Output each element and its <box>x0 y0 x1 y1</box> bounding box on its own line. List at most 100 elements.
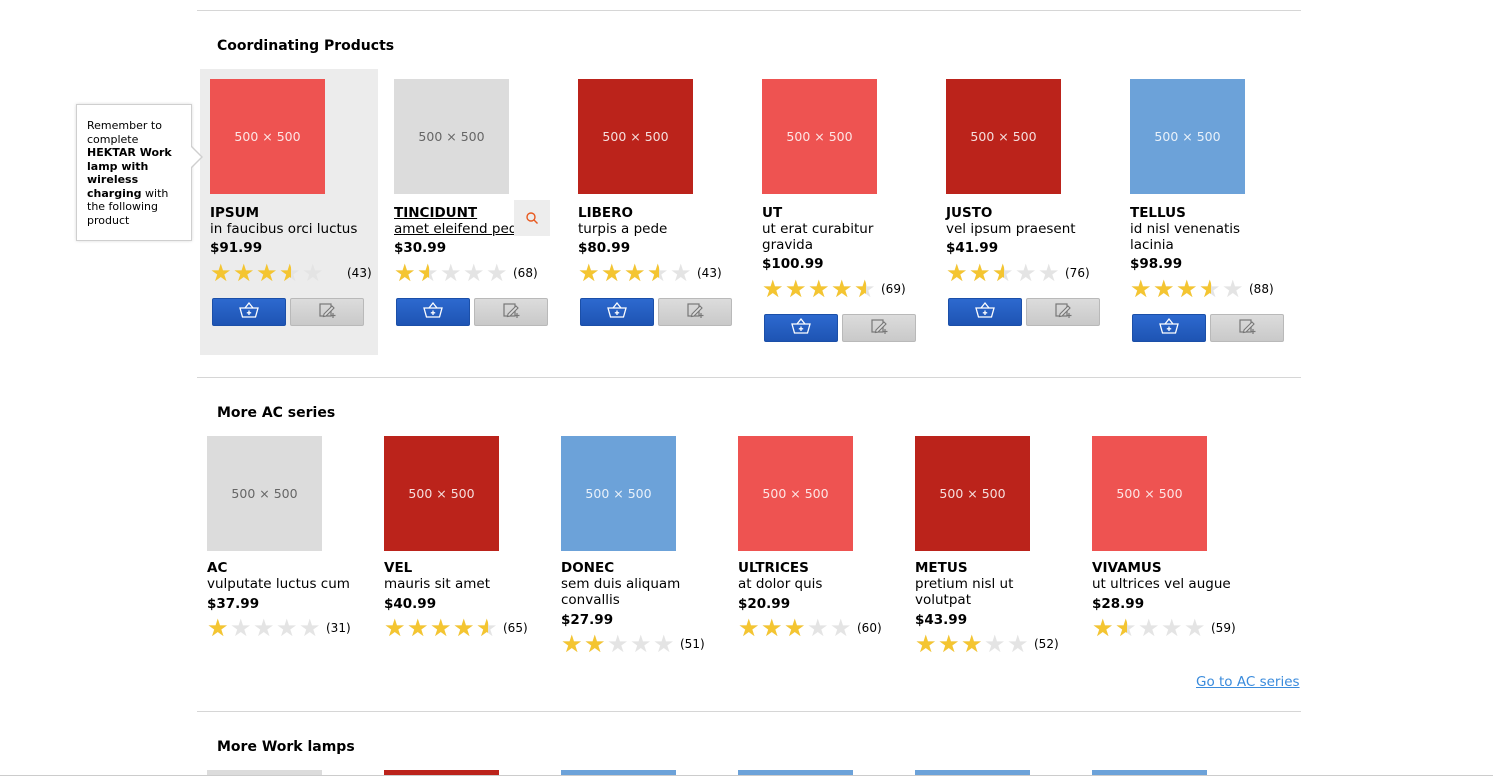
product-description[interactable]: vel ipsum praesent <box>946 221 1106 237</box>
review-count[interactable]: (65) <box>503 621 528 635</box>
product-image[interactable]: 500 × 500 <box>578 79 693 194</box>
product-name[interactable]: METUS <box>915 560 968 576</box>
quick-view-button[interactable] <box>514 200 550 236</box>
add-to-cart-button[interactable] <box>580 298 654 326</box>
product-image[interactable]: 500 × 500 <box>1130 79 1245 194</box>
product-image[interactable]: 500 × 500 <box>394 79 509 194</box>
review-count[interactable]: (51) <box>680 637 705 651</box>
product-item[interactable]: 500 × 500 ULTRICES at dolor quis $20.99 … <box>738 436 898 640</box>
product-card[interactable]: 500 × 500 TELLUS id nisl venenatis lacin… <box>1120 69 1298 355</box>
star-icon: ★ ★ <box>407 614 429 642</box>
star-icon: ★ ★ <box>831 275 853 303</box>
star-rating: ★ ★ ★ ★ ★ ★ ★ ★ ★ <box>1130 277 1245 301</box>
product-name[interactable]: VEL <box>384 560 412 576</box>
product-item[interactable]: 500 × 500 VIVAMUS ut ultrices vel augue … <box>1092 436 1252 640</box>
rating: ★ ★ ★ ★ ★ ★ ★ ★ ★ ★ (65) <box>384 616 528 640</box>
product-price: $30.99 <box>394 240 447 256</box>
star-icon: ★ <box>670 259 692 287</box>
product-description[interactable]: id nisl venenatis lacinia <box>1130 221 1255 253</box>
product-item[interactable]: 500 × 500 DONEC sem duis aliquam convall… <box>561 436 721 656</box>
product-item[interactable]: 500 × 500 AC vulputate luctus cum $37.99… <box>207 436 367 640</box>
product-image[interactable]: 500 × 500 <box>210 79 325 194</box>
star-icon: ★ ★ <box>762 275 784 303</box>
star-icon: ★ <box>230 614 252 642</box>
product-card[interactable]: 500 × 500 LIBERO turpis a pede $80.99 ★ ★… <box>568 69 746 355</box>
product-name[interactable]: UT <box>762 205 782 221</box>
star-icon: ★ ★ <box>279 259 301 287</box>
product-description[interactable]: in faucibus orci luctus <box>210 221 370 237</box>
product-description[interactable]: turpis a pede <box>578 221 738 237</box>
product-name[interactable]: ULTRICES <box>738 560 809 576</box>
product-image[interactable]: 500 × 500 <box>561 436 676 551</box>
review-count[interactable]: (88) <box>1249 282 1274 296</box>
add-to-cart-button[interactable] <box>948 298 1022 326</box>
product-name[interactable]: LIBERO <box>578 205 633 221</box>
product-description[interactable]: amet eleifend pede <box>394 221 514 237</box>
star-icon: ★ ★ <box>1130 275 1152 303</box>
image-placeholder-label: 500 × 500 <box>939 486 1006 501</box>
add-to-cart-button[interactable] <box>212 298 286 326</box>
product-description[interactable]: ut erat curabitur gravida <box>762 221 887 253</box>
add-to-cart-button[interactable] <box>764 314 838 342</box>
star-rating: ★ ★ ★ ★ ★ ★ ★ ★ ★ <box>578 261 693 285</box>
product-description[interactable]: pretium nisl ut volutpat <box>915 576 1040 608</box>
product-name[interactable]: AC <box>207 560 227 576</box>
product-image[interactable]: 500 × 500 <box>915 436 1030 551</box>
product-name[interactable]: TINCIDUNT <box>394 205 477 221</box>
star-icon: ★ <box>253 614 275 642</box>
product-price: $28.99 <box>1092 596 1145 612</box>
add-to-cart-button[interactable] <box>1132 314 1206 342</box>
product-card[interactable]: 500 × 500 UT ut erat curabitur gravida $… <box>752 69 930 355</box>
product-image[interactable]: 500 × 500 <box>1092 436 1207 551</box>
product-card[interactable]: 500 × 500 JUSTO vel ipsum praesent $41.9… <box>936 69 1114 355</box>
star-icon: ★ ★ <box>761 614 783 642</box>
product-description[interactable]: at dolor quis <box>738 576 898 592</box>
product-image[interactable]: 500 × 500 <box>738 436 853 551</box>
add-to-cart-button[interactable] <box>396 298 470 326</box>
review-count[interactable]: (59) <box>1211 621 1236 635</box>
add-to-list-button[interactable] <box>1210 314 1284 342</box>
star-icon: ★ ★ <box>784 614 806 642</box>
star-icon: ★ ★ <box>394 259 416 287</box>
product-image[interactable]: 500 × 500 <box>946 79 1061 194</box>
star-icon: ★ ★ <box>417 259 439 287</box>
review-count[interactable]: (69) <box>881 282 906 296</box>
add-to-list-button[interactable] <box>290 298 364 326</box>
product-name[interactable]: TELLUS <box>1130 205 1186 221</box>
product-card[interactable]: 500 × 500 IPSUM in faucibus orci luctus … <box>200 69 378 355</box>
product-name[interactable]: JUSTO <box>946 205 992 221</box>
product-item[interactable]: 500 × 500 METUS pretium nisl ut volutpat… <box>915 436 1075 656</box>
star-icon: ★ ★ <box>946 259 968 287</box>
product-image[interactable]: 500 × 500 <box>384 436 499 551</box>
product-description[interactable]: vulputate luctus cum <box>207 576 367 592</box>
review-count[interactable]: (76) <box>1065 266 1090 280</box>
add-to-list-button[interactable] <box>842 314 916 342</box>
product-name[interactable]: VIVAMUS <box>1092 560 1162 576</box>
product-price: $20.99 <box>738 596 791 612</box>
add-to-list-button[interactable] <box>474 298 548 326</box>
star-icon: ★ ★ <box>624 259 646 287</box>
product-name[interactable]: IPSUM <box>210 205 259 221</box>
review-count[interactable]: (52) <box>1034 637 1059 651</box>
go-to-ac-series-link[interactable]: Go to AC series <box>1196 674 1300 690</box>
product-price: $43.99 <box>915 612 968 628</box>
product-description[interactable]: sem duis aliquam convallis <box>561 576 696 608</box>
product-image[interactable]: 500 × 500 <box>762 79 877 194</box>
product-description[interactable]: mauris sit amet <box>384 576 544 592</box>
review-count[interactable]: (31) <box>326 621 351 635</box>
product-description[interactable]: ut ultrices vel augue <box>1092 576 1252 592</box>
add-to-list-button[interactable] <box>658 298 732 326</box>
review-count[interactable]: (68) <box>513 266 538 280</box>
product-item[interactable]: 500 × 500 VEL mauris sit amet $40.99 ★ ★ ★… <box>384 436 544 640</box>
review-count[interactable]: (43) <box>697 266 722 280</box>
review-count[interactable]: (43) <box>347 266 372 280</box>
image-placeholder-label: 500 × 500 <box>418 129 485 144</box>
rating: ★ ★ ★ ★ ★ ★ ★ (68) <box>394 261 538 285</box>
product-image[interactable]: 500 × 500 <box>207 436 322 551</box>
review-count[interactable]: (60) <box>857 621 882 635</box>
star-rating: ★ ★ ★ ★ ★ ★ ★ ★ ★ <box>210 261 325 285</box>
star-icon: ★ ★ <box>785 275 807 303</box>
product-name[interactable]: DONEC <box>561 560 614 576</box>
rating: ★ ★ ★ ★ ★ ★ ★ ★ (52) <box>915 632 1059 656</box>
add-to-list-button[interactable] <box>1026 298 1100 326</box>
